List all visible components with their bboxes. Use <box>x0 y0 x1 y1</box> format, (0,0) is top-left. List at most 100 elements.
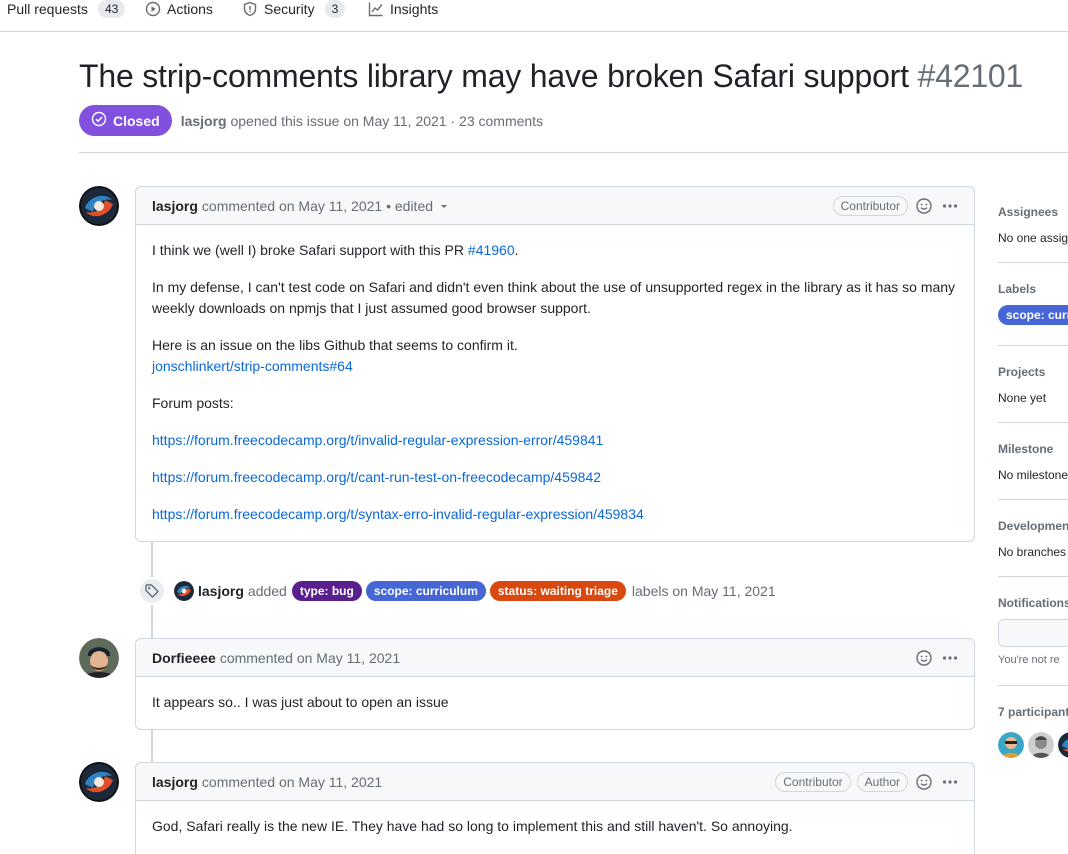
nav-pull-requests[interactable]: Pull requests 43 <box>7 0 126 18</box>
author-badge: Author <box>856 772 908 792</box>
sidebar-divider <box>998 345 1068 346</box>
avatar[interactable] <box>998 732 1024 758</box>
event-verb: added <box>247 583 287 599</box>
comment-paragraph: Forum posts: <box>152 395 234 411</box>
repo-nav: Pull requests 43 Actions Security 3 Insi… <box>0 0 1068 32</box>
comment-header: lasjorg commented on May 11, 2021 • edit… <box>136 187 974 225</box>
avatar[interactable] <box>79 762 119 802</box>
comment-text: I think we (well I) broke Safari support… <box>152 242 468 258</box>
comment-author[interactable]: lasjorg <box>152 198 198 214</box>
comment: lasjorg commented on May 11, 2021 • edit… <box>135 186 975 542</box>
sidebar-divider <box>998 262 1068 263</box>
sidebar-value: None yet <box>998 391 1047 405</box>
issue-meta: Closed lasjorg opened this issue on May … <box>79 105 543 136</box>
comment-text: . <box>514 242 519 258</box>
sidebar-projects: Projects None yet <box>998 365 1068 405</box>
sidebar-value: No one assig <box>998 231 1068 245</box>
avatar[interactable] <box>174 581 194 601</box>
check-circle-icon <box>91 111 109 130</box>
sidebar-development: Developmen No branches <box>998 519 1068 559</box>
comment: lasjorg commented on May 11, 2021 Contri… <box>135 762 975 854</box>
avatar[interactable] <box>79 638 119 678</box>
label-scope-curriculum[interactable]: scope: curriculum <box>365 581 486 601</box>
graph-icon <box>368 1 384 17</box>
nav-security-label: Security <box>264 1 315 17</box>
nav-pull-requests-label: Pull requests <box>7 1 88 17</box>
sidebar-notifications-note: You're not re <box>998 654 1068 666</box>
comment-paragraph: I think we (well I) broke Safari support… <box>152 240 958 261</box>
caret-down-icon[interactable] <box>439 201 449 211</box>
issue-author-link[interactable]: lasjorg <box>181 113 227 129</box>
subscribe-button[interactable] <box>998 619 1068 647</box>
sidebar-heading[interactable]: Milestone <box>998 442 1068 456</box>
avatar[interactable] <box>79 186 119 226</box>
comment-paragraph: In my defense, I can't test code on Safa… <box>152 279 956 316</box>
sidebar-heading[interactable]: Projects <box>998 365 1068 379</box>
sidebar-value: No milestone <box>998 468 1068 482</box>
play-circle-icon <box>145 1 161 17</box>
comment-body: I think we (well I) broke Safari support… <box>136 225 974 541</box>
sidebar-assignees: Assignees No one assig <box>998 205 1068 245</box>
timeline-connector <box>151 729 153 762</box>
issue-reference-link[interactable]: jonschlinkert/strip-comments#64 <box>152 358 353 374</box>
sidebar-divider <box>998 499 1068 500</box>
comment-author[interactable]: lasjorg <box>152 774 198 790</box>
issue-title: The strip-comments library may have brok… <box>79 58 1023 95</box>
sidebar-heading: Notifications <box>998 596 1068 610</box>
sidebar-heading: 7 participant <box>998 705 1068 719</box>
pr-link[interactable]: #41960 <box>468 242 515 258</box>
label-status-waiting-triage[interactable]: status: waiting triage <box>489 581 626 601</box>
forum-link[interactable]: https://forum.freecodecamp.org/t/invalid… <box>152 432 603 448</box>
sidebar-heading[interactable]: Developmen <box>998 519 1068 533</box>
sidebar-label-pill[interactable]: scope: curri <box>998 305 1068 325</box>
nav-pull-requests-count: 43 <box>97 0 126 18</box>
nav-security[interactable]: Security 3 <box>242 0 346 18</box>
sidebar-labels: Labels scope: curri <box>998 282 1068 325</box>
contributor-badge: Contributor <box>832 196 908 216</box>
comment-body: It appears so.. I was just about to open… <box>136 677 974 729</box>
kebab-horizontal-icon[interactable] <box>940 648 960 668</box>
comment-meta: commented on May 11, 2021 • edited <box>201 197 434 214</box>
kebab-horizontal-icon[interactable] <box>940 772 960 792</box>
event-suffix: labels on May 11, 2021 <box>631 583 776 599</box>
sidebar-divider <box>998 685 1068 686</box>
sidebar-value: No branches <box>998 545 1067 559</box>
issue-title-text: The strip-comments library may have brok… <box>79 58 909 94</box>
forum-link[interactable]: https://forum.freecodecamp.org/t/cant-ru… <box>152 469 601 485</box>
sidebar-notifications: Notifications <box>998 596 1068 610</box>
sidebar-value: You're not re <box>998 654 1060 666</box>
nav-actions[interactable]: Actions <box>145 0 213 18</box>
comment-paragraph: https://forum.freecodecamp.org/t/syntax-… <box>152 504 958 525</box>
sidebar-heading[interactable]: Assignees <box>998 205 1068 219</box>
sidebar-divider <box>998 576 1068 577</box>
smiley-icon[interactable] <box>914 648 934 668</box>
state-badge: Closed <box>79 105 172 136</box>
event-actor[interactable]: lasjorg <box>198 583 244 599</box>
issue-opened-meta: lasjorg opened this issue on May 11, 202… <box>181 113 543 129</box>
issue-number: #42101 <box>917 58 1024 94</box>
kebab-horizontal-icon[interactable] <box>940 196 960 216</box>
comment-text: Here is an issue on the libs Github that… <box>152 337 518 353</box>
state-label: Closed <box>113 112 160 129</box>
avatar[interactable] <box>1058 732 1068 758</box>
comment-meta: commented on May 11, 2021 <box>219 649 401 666</box>
label-type-bug[interactable]: type: bug <box>291 581 362 601</box>
smiley-icon[interactable] <box>914 196 934 216</box>
tag-icon <box>138 577 166 605</box>
nav-actions-label: Actions <box>167 1 213 17</box>
comment-actions: Contributor Author <box>775 763 960 801</box>
participants-list <box>998 732 1068 758</box>
avatar[interactable] <box>1028 732 1054 758</box>
sidebar-heading[interactable]: Labels <box>998 282 1068 296</box>
forum-link[interactable]: https://forum.freecodecamp.org/t/syntax-… <box>152 506 644 522</box>
comment-author[interactable]: Dorfieeee <box>152 650 216 666</box>
label-event: lasjorg added type: bug scope: curriculu… <box>138 577 776 605</box>
comment-paragraph: https://forum.freecodecamp.org/t/invalid… <box>152 430 958 451</box>
comment-header: lasjorg commented on May 11, 2021 Contri… <box>136 763 974 801</box>
nav-insights[interactable]: Insights <box>368 0 438 18</box>
issue-opened-text: opened this issue on May 11, 2021 · 23 c… <box>230 112 544 129</box>
sidebar-divider <box>998 422 1068 423</box>
smiley-icon[interactable] <box>914 772 934 792</box>
comment-paragraph: It appears so.. I was just about to open… <box>152 694 449 710</box>
comment-paragraph: https://forum.freecodecamp.org/t/cant-ru… <box>152 467 958 488</box>
